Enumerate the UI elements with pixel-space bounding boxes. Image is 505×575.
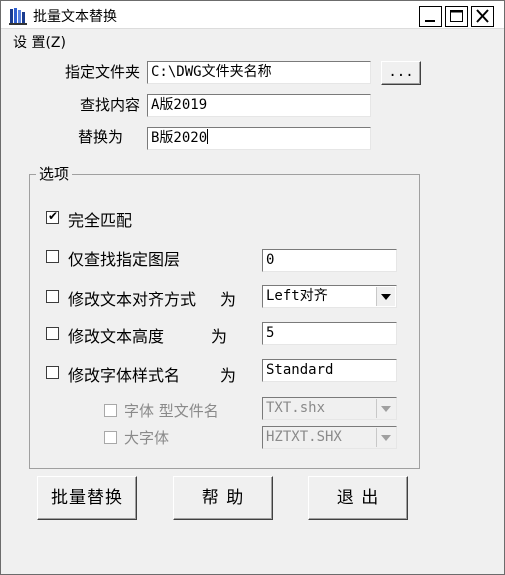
menu-settings[interactable]: 设 置(Z) xyxy=(13,32,66,52)
align-select[interactable]: Left对齐 xyxy=(262,285,397,308)
window-title: 批量文本替换 xyxy=(33,9,117,25)
replace-input[interactable]: B版2020 xyxy=(147,127,371,150)
exact-match-label[interactable]: 完全匹配 xyxy=(68,207,132,231)
maximize-icon xyxy=(450,10,463,22)
align-select-value: Left对齐 xyxy=(266,288,328,304)
batch-replace-button[interactable]: 批量替换 xyxy=(37,476,137,520)
align-label[interactable]: 修改文本对齐方式 xyxy=(68,286,196,310)
title-bar[interactable]: 批量文本替换 xyxy=(1,1,504,29)
find-label: 查找内容 xyxy=(79,96,140,114)
replace-label: 替换为 xyxy=(77,128,123,146)
checkmark-icon: ✔ xyxy=(48,209,59,223)
app-icon xyxy=(9,7,27,25)
help-button[interactable]: 帮 助 xyxy=(173,476,273,520)
close-button[interactable] xyxy=(471,6,494,27)
chevron-down-icon xyxy=(381,406,391,412)
font-type-label[interactable]: 字体 型文件名 xyxy=(124,400,219,421)
height-checkbox[interactable] xyxy=(46,327,59,340)
chevron-down-icon xyxy=(381,435,391,441)
big-font-label[interactable]: 大字体 xyxy=(124,427,169,448)
exact-match-checkbox[interactable]: ✔ xyxy=(46,209,59,224)
folder-input[interactable]: C:\DWG文件夹名称 xyxy=(147,61,371,84)
big-font-select-value: HZTXT.SHX xyxy=(266,429,342,445)
maximize-button[interactable] xyxy=(445,6,468,27)
height-label[interactable]: 修改文本高度 xyxy=(68,323,164,347)
close-icon xyxy=(476,9,489,23)
layer-only-checkbox[interactable] xyxy=(46,250,59,263)
height-suffix: 为 xyxy=(211,327,228,346)
text-cursor xyxy=(207,129,209,144)
find-input[interactable]: A版2019 xyxy=(147,94,371,117)
style-suffix: 为 xyxy=(220,366,237,385)
font-type-dropdown-button[interactable] xyxy=(376,399,395,418)
style-label[interactable]: 修改字体样式名 xyxy=(68,362,180,386)
align-checkbox[interactable] xyxy=(46,290,59,303)
big-font-dropdown-button[interactable] xyxy=(376,428,395,447)
font-type-select[interactable]: TXT.shx xyxy=(262,397,397,420)
style-checkbox[interactable] xyxy=(46,366,59,379)
big-font-select[interactable]: HZTXT.SHX xyxy=(262,426,397,449)
layer-only-label[interactable]: 仅查找指定图层 xyxy=(68,246,180,270)
align-suffix: 为 xyxy=(220,290,237,309)
folder-label: 指定文件夹 xyxy=(64,63,140,81)
align-dropdown-button[interactable] xyxy=(376,287,395,306)
replace-value: B版2020 xyxy=(151,130,208,146)
minimize-icon xyxy=(425,20,435,22)
font-type-checkbox[interactable] xyxy=(104,404,117,417)
big-font-checkbox[interactable] xyxy=(104,431,117,444)
font-type-select-value: TXT.shx xyxy=(266,400,326,416)
chevron-down-icon xyxy=(381,294,391,300)
options-group-title: 选项 xyxy=(36,163,73,184)
height-input[interactable]: 5 xyxy=(262,322,397,345)
layer-input[interactable]: 0 xyxy=(262,249,397,272)
browse-button[interactable]: ... xyxy=(381,61,421,85)
minimize-button[interactable] xyxy=(419,6,442,27)
menu-bar: 设 置(Z) xyxy=(1,30,504,52)
style-input[interactable]: Standard xyxy=(262,359,397,382)
exit-button[interactable]: 退 出 xyxy=(308,476,408,520)
